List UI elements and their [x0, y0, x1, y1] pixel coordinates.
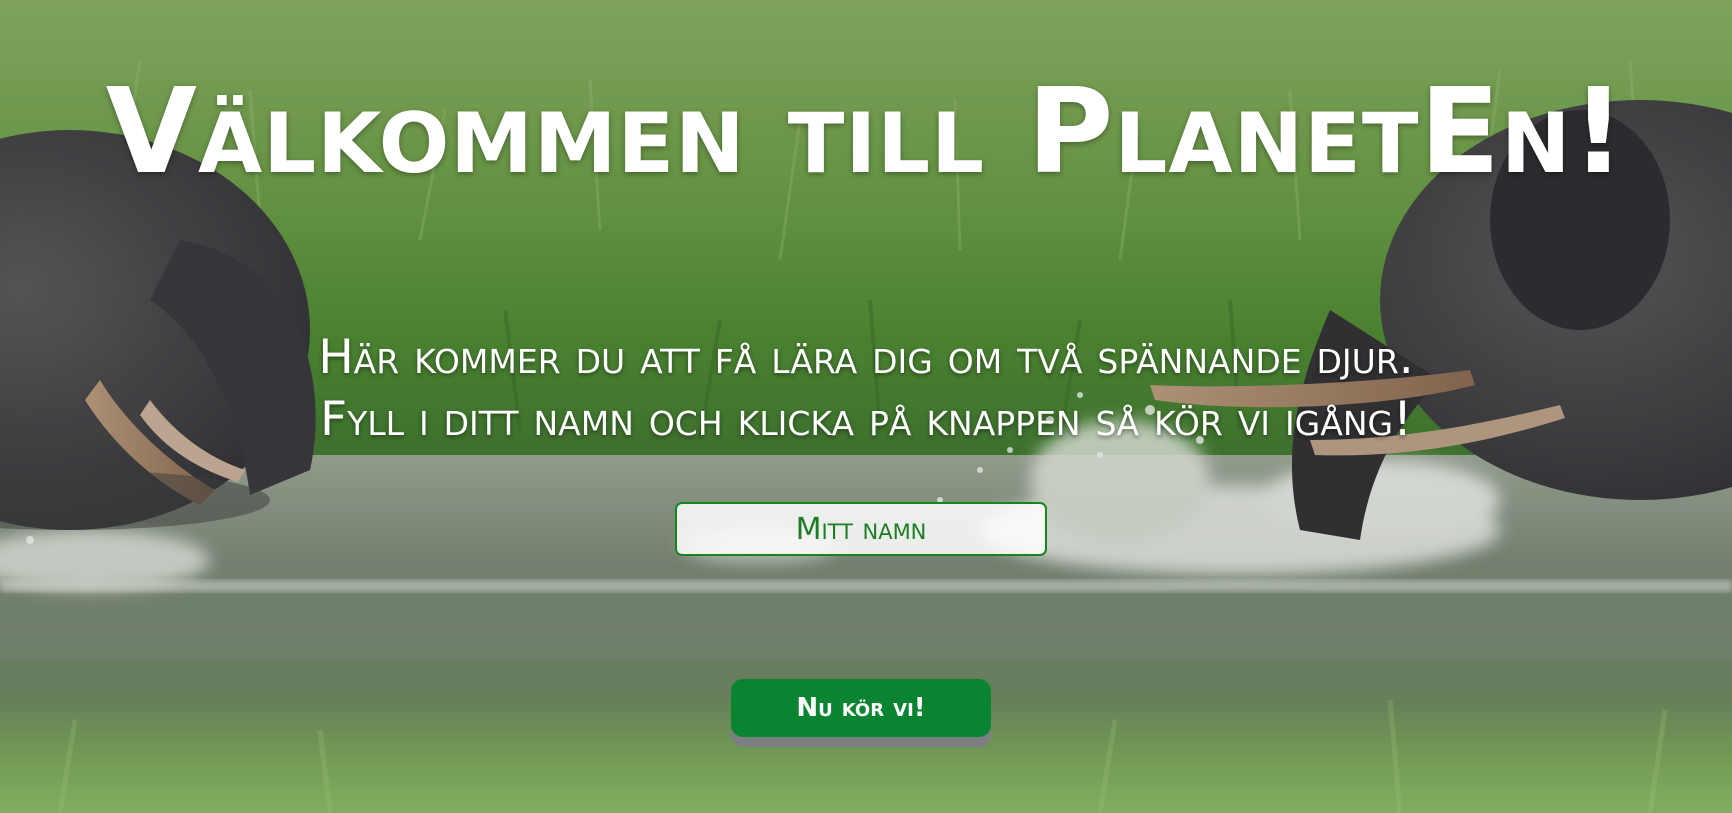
intro-text-line-1: Här kommer du att få lära dig om två spä…: [318, 330, 1414, 385]
name-input[interactable]: [675, 502, 1047, 556]
page-title: Välkommen till PlanetEn!: [105, 62, 1627, 200]
welcome-overlay: Välkommen till PlanetEn! Här kommer du a…: [0, 0, 1732, 813]
intro-text-line-2: Fyll i ditt namn och klicka på knappen s…: [320, 392, 1412, 447]
start-button[interactable]: Nu kör vi!: [731, 679, 991, 737]
